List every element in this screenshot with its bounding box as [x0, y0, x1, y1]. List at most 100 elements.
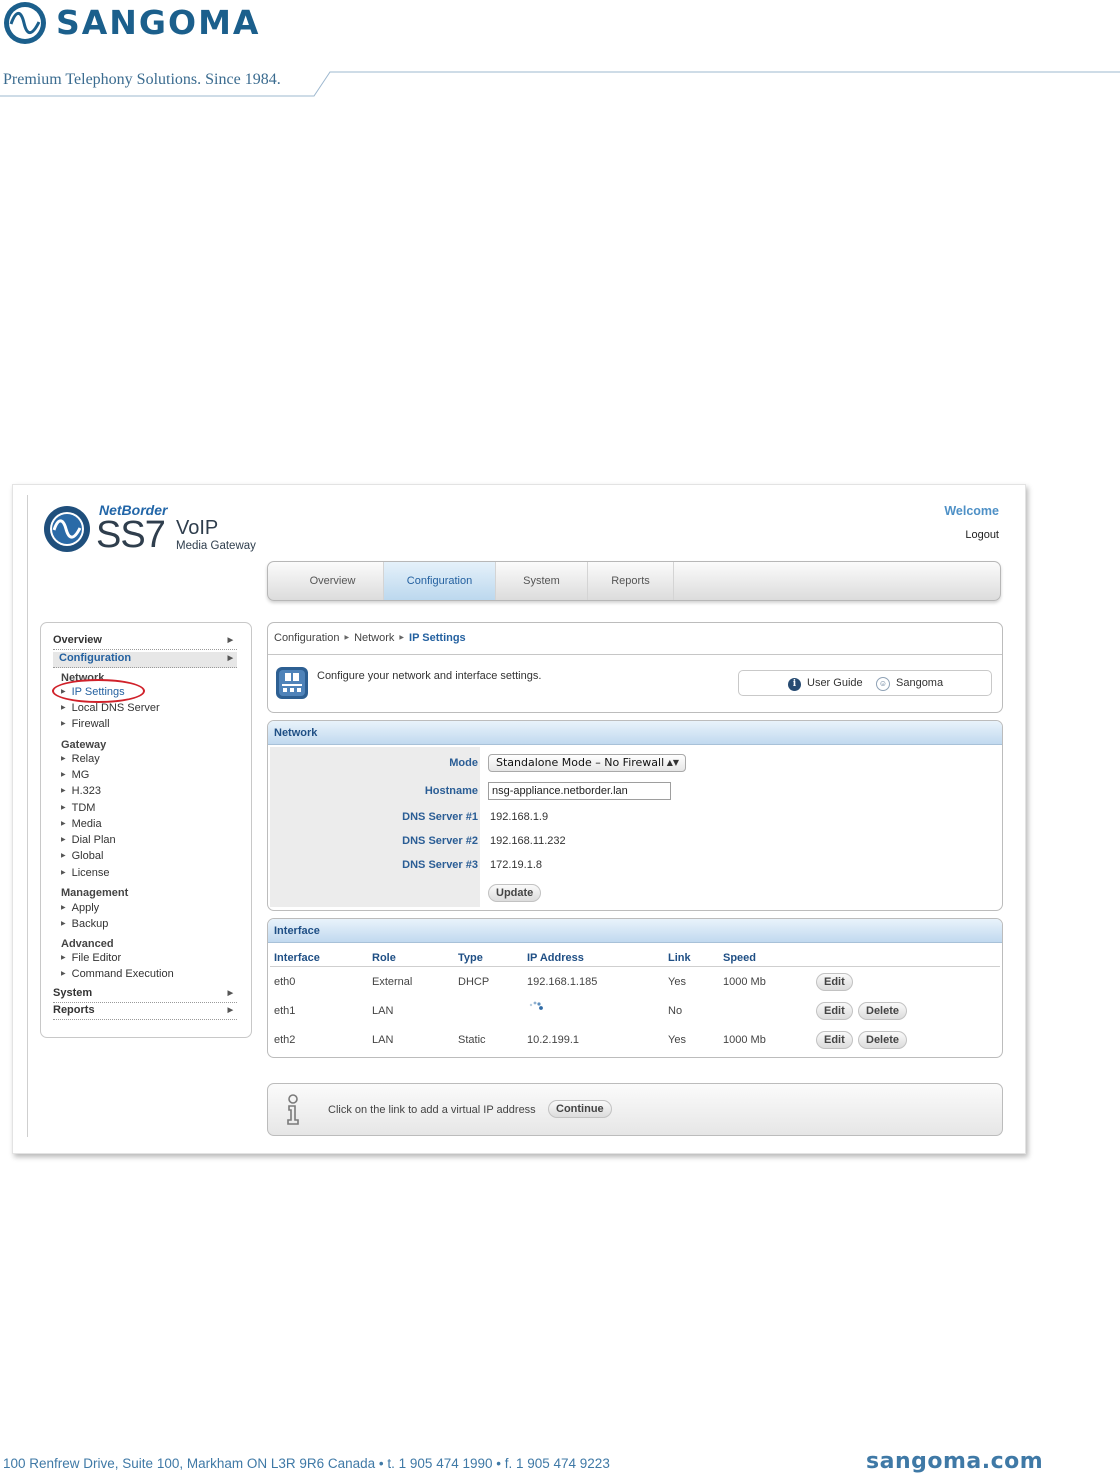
hostname-input[interactable]: nsg-appliance.netborder.lan	[488, 782, 671, 800]
sidebar-overview-label: Overview	[53, 634, 102, 646]
delete-button[interactable]: Delete	[858, 1031, 908, 1049]
sidebar-item-relay[interactable]: ▶ Relay	[61, 753, 100, 765]
triangle-right-icon: ▶	[61, 837, 66, 843]
sidebar-system[interactable]: System ▶	[53, 987, 237, 1003]
sangoma-link[interactable]: ☺ Sangoma	[876, 677, 943, 691]
edit-button[interactable]: Edit	[816, 1031, 853, 1049]
cell-role: External	[372, 976, 413, 988]
tagline: Premium Telephony Solutions. Since 1984.	[3, 71, 281, 88]
footer-website[interactable]: sangoma.com	[866, 1449, 1043, 1474]
select-arrows-icon: ▲▼	[666, 758, 679, 767]
breadcrumb-ip-settings: IP Settings	[409, 632, 466, 644]
edit-button[interactable]: Edit	[816, 973, 853, 991]
continue-button[interactable]: Continue	[548, 1100, 612, 1118]
netborder-logo-icon	[44, 506, 90, 552]
sidebar-system-label: System	[53, 987, 93, 999]
divider	[268, 654, 1002, 655]
triangle-right-icon: ▶	[61, 853, 66, 859]
cell-speed: 1000 Mb	[723, 1034, 766, 1046]
loading-spinner-icon	[529, 1001, 543, 1010]
sidebar-reports[interactable]: Reports ▶	[53, 1004, 237, 1020]
dns1-value: 192.168.1.9	[490, 811, 549, 823]
sidebar-item-file-editor[interactable]: ▶ File Editor	[61, 952, 121, 964]
update-button[interactable]: Update	[488, 884, 542, 902]
column-header-type: Type	[458, 952, 483, 964]
sangoma-link-label: Sangoma	[896, 677, 944, 689]
sidebar-item-label: License	[71, 867, 110, 879]
sidebar-item-label: Global	[71, 850, 104, 862]
triangle-right-icon: ▶	[61, 821, 66, 827]
cell-ip-address: 10.2.199.1	[527, 1034, 579, 1046]
page-header-panel: Configuration ▶ Network ▶ IP Settings Config…	[267, 622, 1003, 713]
sidebar-item-label: H.323	[71, 785, 101, 797]
cell-speed: 1000 Mb	[723, 976, 766, 988]
sidebar-item-label: Backup	[71, 918, 109, 930]
cell-role: LAN	[372, 1034, 394, 1046]
triangle-right-icon: ▶	[61, 805, 66, 811]
app-window: NetBorder SS7 VoIP Media Gateway Welcome…	[12, 484, 1026, 1154]
sidebar-item-label: Command Execution	[71, 968, 174, 980]
footer-address: 100 Renfrew Drive, Suite 100, Markham ON…	[3, 1456, 610, 1471]
sangoma-logo: SANGOMA	[2, 0, 302, 48]
cell-interface: eth2	[274, 1034, 296, 1046]
mode-select[interactable]: Standalone Mode – No Firewall ▲▼	[488, 754, 686, 772]
sidebar-item-mg[interactable]: ▶ MG	[61, 769, 89, 781]
sidebar-item-dial-plan[interactable]: ▶ Dial Plan	[61, 834, 116, 846]
sangoma-wordmark: SANGOMA	[56, 3, 261, 42]
sidebar-item-media[interactable]: ▶ Media	[61, 818, 102, 830]
brand-media-gateway: Media Gateway	[176, 540, 256, 552]
brand-voip: VoIP	[176, 517, 219, 539]
sidebar: Overview ▶ Configuration ▶ Network ▶ IP S…	[40, 622, 252, 1038]
mode-label: Mode	[449, 757, 478, 769]
tab-overview[interactable]: Overview	[282, 562, 384, 600]
info-i-icon	[287, 1094, 299, 1125]
dns1-label: DNS Server #1	[402, 811, 478, 823]
triangle-right-icon: ▶	[61, 705, 66, 711]
triangle-right-icon: ▶	[61, 870, 66, 876]
frame-line	[27, 495, 28, 1137]
breadcrumb-network[interactable]: Network	[354, 632, 394, 644]
column-header-role: Role	[372, 952, 396, 964]
welcome-text: Welcome	[944, 504, 999, 518]
sidebar-item-local-dns-server[interactable]: ▶ Local DNS Server	[61, 702, 160, 714]
sidebar-item-firewall[interactable]: ▶ Firewall	[61, 718, 110, 730]
sidebar-item-license[interactable]: ▶ License	[61, 867, 110, 879]
virtual-ip-text: Click on the link to add a virtual IP ad…	[328, 1104, 536, 1116]
sidebar-item-label: File Editor	[71, 952, 122, 964]
help-links: i User Guide ☺ Sangoma	[738, 670, 992, 696]
sidebar-item-command-execution[interactable]: ▶ Command Execution	[61, 968, 174, 980]
tab-reports[interactable]: Reports	[588, 562, 674, 600]
sidebar-overview[interactable]: Overview ▶	[53, 634, 237, 650]
dns3-value: 172.19.1.8	[490, 859, 542, 871]
delete-button[interactable]: Delete	[858, 1002, 908, 1020]
user-guide-link[interactable]: i User Guide	[788, 677, 863, 691]
triangle-right-icon: ▶	[61, 756, 66, 762]
sidebar-item-apply[interactable]: ▶ Apply	[61, 902, 99, 914]
tab-system[interactable]: System	[496, 562, 588, 600]
sidebar-item-label: Relay	[71, 753, 100, 765]
edit-button[interactable]: Edit	[816, 1002, 853, 1020]
sidebar-item-global[interactable]: ▶ Global	[61, 850, 103, 862]
sidebar-group-gateway: Gateway	[61, 739, 107, 751]
breadcrumb-separator-icon: ▶	[399, 635, 405, 641]
cell-interface: eth0	[274, 976, 296, 988]
brand-ss7: SS7	[96, 514, 166, 556]
virtual-ip-panel: Click on the link to add a virtual IP ad…	[267, 1083, 1003, 1136]
cell-link: Yes	[668, 1034, 686, 1046]
sidebar-item-label: Local DNS Server	[71, 702, 160, 714]
column-header-link: Link	[668, 952, 691, 964]
logout-link[interactable]: Logout	[965, 529, 999, 541]
dns2-value: 192.168.11.232	[490, 835, 566, 847]
sidebar-item-backup[interactable]: ▶ Backup	[61, 918, 108, 930]
tab-configuration[interactable]: Configuration	[384, 562, 496, 600]
interface-section-title: Interface	[268, 919, 1002, 943]
cell-link: Yes	[668, 976, 686, 988]
sidebar-item-tdm[interactable]: ▶ TDM	[61, 802, 95, 814]
chevron-right-icon: ▶	[227, 637, 233, 644]
network-section-title: Network	[268, 721, 1002, 745]
sidebar-item-h323[interactable]: ▶ H.323	[61, 785, 101, 797]
header-divider	[270, 966, 1000, 967]
chevron-right-icon: ▶	[227, 655, 233, 662]
breadcrumb-configuration[interactable]: Configuration	[274, 632, 339, 644]
sidebar-configuration[interactable]: Configuration ▶	[53, 652, 237, 668]
